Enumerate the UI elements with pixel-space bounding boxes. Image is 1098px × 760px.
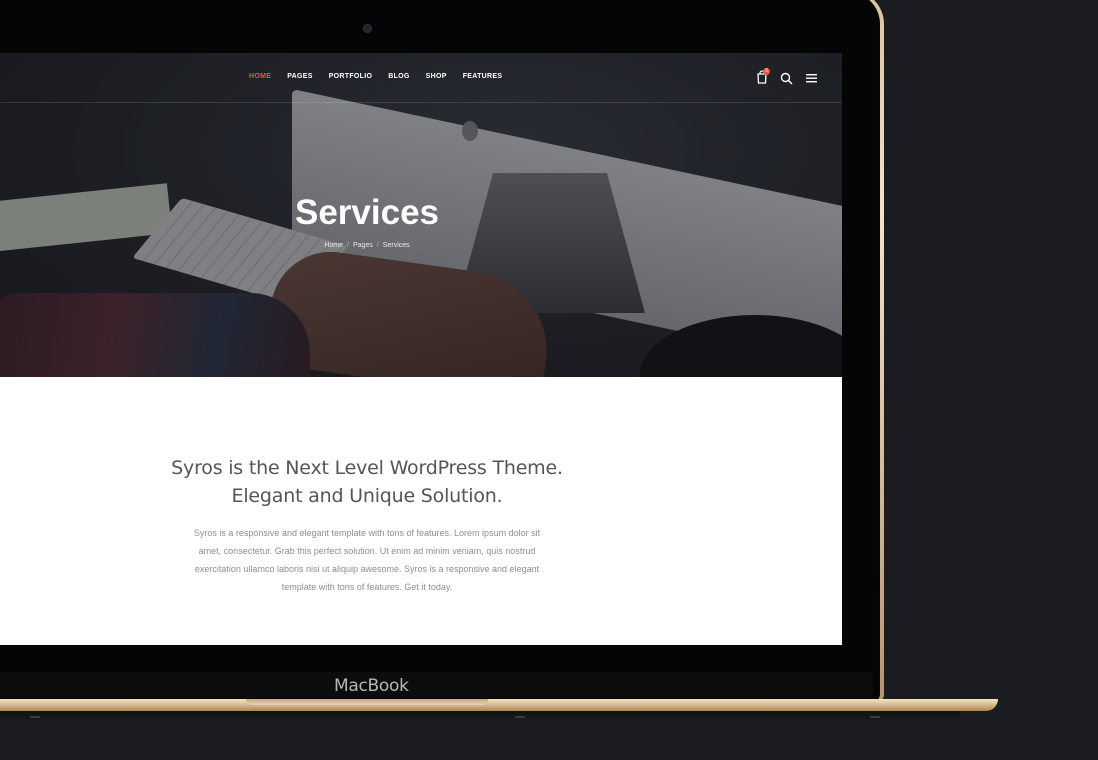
intro-body-text: Syros is a responsive and elegant templa… — [193, 528, 541, 592]
base-foot-right — [870, 716, 880, 718]
nav-item-shop[interactable]: SHOP — [426, 73, 447, 80]
breadcrumb-current: Services — [382, 242, 410, 249]
base-foot-left — [30, 716, 40, 718]
breadcrumb-home[interactable]: Home — [324, 242, 343, 249]
nav-item-portfolio[interactable]: PORTFOLIO — [329, 73, 373, 80]
nav-menu: HOME PAGES PORTFOLIO BLOG SHOP FEATURES — [249, 73, 518, 80]
base-foot-middle — [515, 716, 525, 718]
intro-headline-line-2: Elegant and Unique Solution. — [231, 485, 503, 507]
nav-item-pages[interactable]: PAGES — [287, 73, 313, 80]
camera-icon — [364, 25, 371, 32]
intro-headline: Syros is the Next Level WordPress Theme.… — [0, 454, 734, 510]
menu-icon[interactable] — [806, 73, 817, 83]
hero-banner: HOME PAGES PORTFOLIO BLOG SHOP FEATURES … — [0, 53, 842, 377]
breadcrumb: Home / Pages / Services — [0, 242, 734, 249]
search-icon[interactable] — [780, 72, 793, 85]
page-title: Services — [294, 193, 440, 232]
device-brand-label: MacBook — [334, 676, 409, 696]
laptop-base — [0, 699, 998, 711]
nav-item-home[interactable]: HOME — [249, 73, 271, 80]
laptop-base-shadow — [0, 711, 960, 721]
intro-section: Syros is the Next Level WordPress Theme.… — [0, 377, 842, 645]
laptop-chin — [0, 672, 873, 698]
top-navigation: HOME PAGES PORTFOLIO BLOG SHOP FEATURES … — [0, 53, 842, 103]
cart-count-badge: 0 — [763, 68, 770, 75]
nav-item-features[interactable]: FEATURES — [463, 73, 503, 80]
intro-headline-line-1: Syros is the Next Level WordPress Theme. — [171, 457, 563, 479]
nav-item-blog[interactable]: BLOG — [388, 73, 409, 80]
breadcrumb-pages[interactable]: Pages — [353, 242, 373, 249]
laptop-screen: HOME PAGES PORTFOLIO BLOG SHOP FEATURES … — [0, 53, 842, 645]
breadcrumb-separator: / — [347, 242, 349, 249]
laptop-base-notch — [246, 699, 488, 705]
breadcrumb-separator: / — [376, 242, 379, 249]
